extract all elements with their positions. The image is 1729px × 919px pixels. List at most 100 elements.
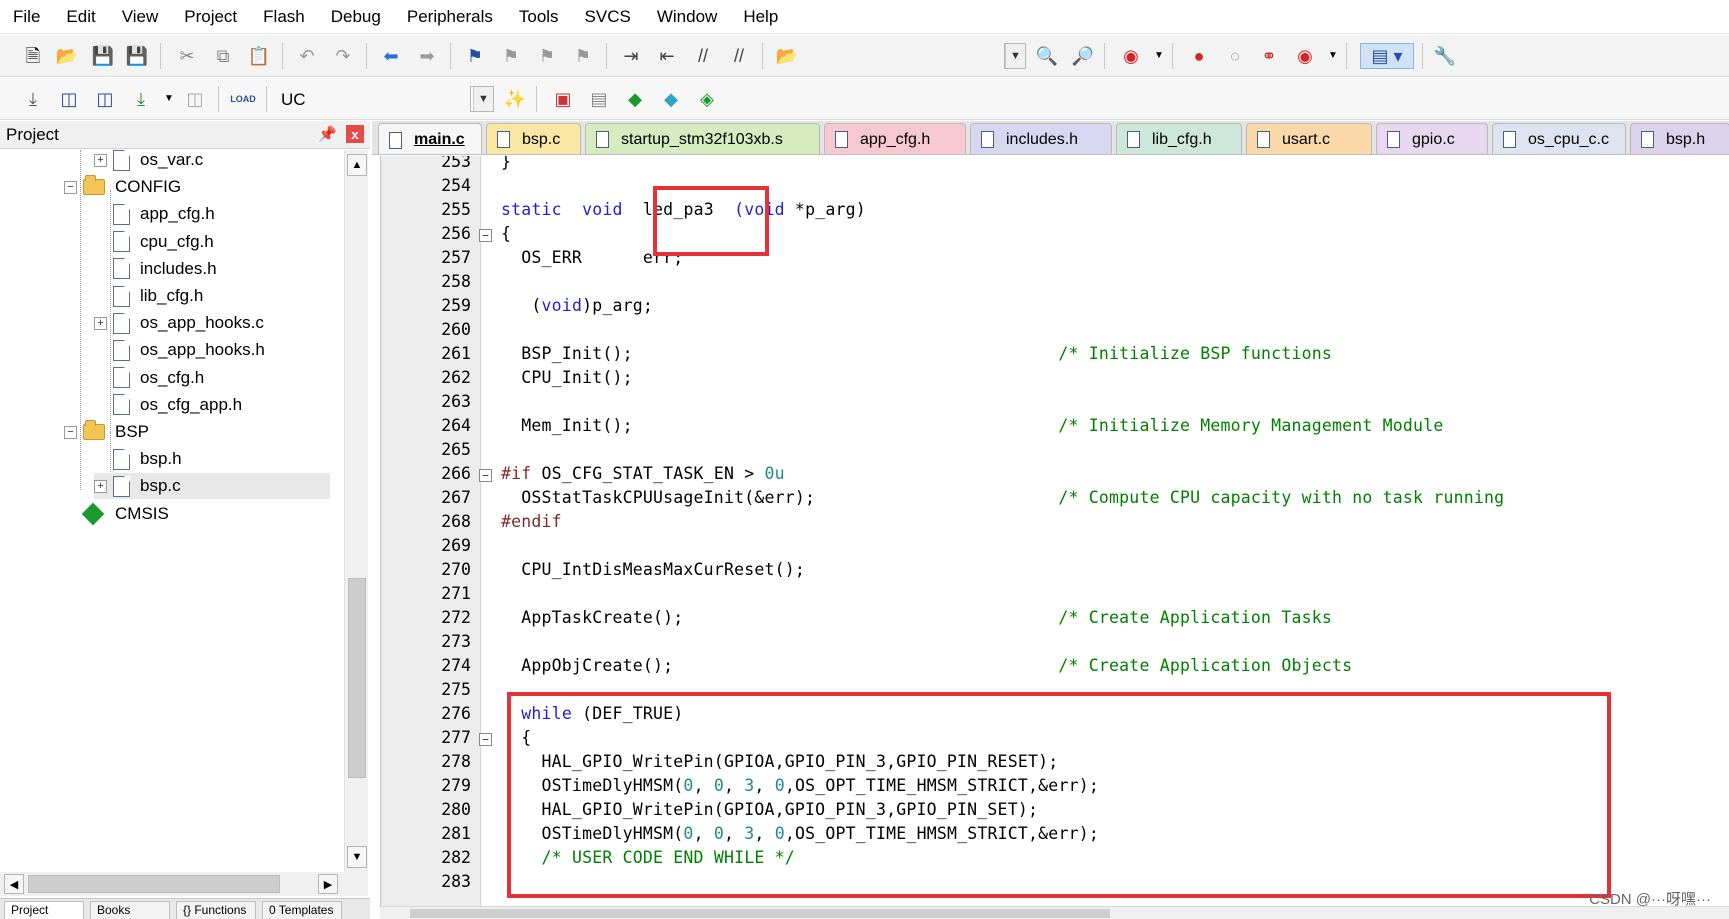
manage-multi-project-icon[interactable]: ▤ xyxy=(586,86,612,112)
menu-flash[interactable]: Flash xyxy=(250,0,318,34)
code-line[interactable]: } xyxy=(501,156,511,171)
tree-item-os-app-hooks-h[interactable]: os_app_hooks.h xyxy=(113,337,265,363)
menu-svcs[interactable]: SVCS xyxy=(572,0,644,34)
editor-tab-includes-h[interactable]: includes.h xyxy=(970,123,1112,154)
bookmark-icon[interactable]: ⚑ xyxy=(462,43,488,69)
breakpoint-dropdown-icon[interactable]: ▼ xyxy=(1320,43,1346,69)
comment-icon[interactable]: // xyxy=(690,43,716,69)
next-bookmark-icon[interactable]: ⚑ xyxy=(534,43,560,69)
menu-edit[interactable]: Edit xyxy=(53,0,108,34)
editor-tab-os-cpu-c-c[interactable]: os_cpu_c.c xyxy=(1492,123,1626,154)
panel-tab-3[interactable]: 0 Templates xyxy=(262,901,342,919)
download-icon[interactable]: LOAD xyxy=(230,86,256,112)
paste-icon[interactable]: 📋 xyxy=(246,43,272,69)
save-icon[interactable]: 💾 xyxy=(90,43,116,69)
code-editor[interactable]: 253} 254 255 static void led_pa3 (void *p_a… xyxy=(380,156,1729,906)
project-vertical-scrollbar[interactable]: ▲ ▼ xyxy=(344,150,368,872)
undo-icon[interactable]: ↶ xyxy=(294,43,320,69)
panel-tab-2[interactable]: {} Functions xyxy=(176,901,256,919)
batch-build-icon[interactable]: ⤓ xyxy=(128,86,154,112)
collapse-icon[interactable]: − xyxy=(64,425,77,439)
code-line[interactable]: AppObjCreate(); /* Create Application Ob… xyxy=(501,656,1352,675)
find-icon[interactable]: 🔍 xyxy=(1034,43,1060,69)
scroll-left-icon[interactable]: ◀ xyxy=(4,874,24,894)
navigate-forward-icon[interactable]: ➡ xyxy=(414,43,440,69)
target-select[interactable]: ▼ xyxy=(470,86,494,112)
translate-icon[interactable]: ⤓ xyxy=(20,86,46,112)
fold-toggle-icon[interactable]: − xyxy=(479,229,492,242)
close-panel-button[interactable]: x xyxy=(346,125,364,143)
scroll-down-icon[interactable]: ▼ xyxy=(347,846,367,868)
editor-tab-lib-cfg-h[interactable]: lib_cfg.h xyxy=(1116,123,1242,154)
menu-view[interactable]: View xyxy=(109,0,172,34)
redo-icon[interactable]: ↷ xyxy=(330,43,356,69)
tree-item-os-cfg-app-h[interactable]: os_cfg_app.h xyxy=(113,392,242,418)
code-line[interactable]: #if OS_CFG_STAT_TASK_EN > 0u xyxy=(501,464,785,483)
menu-file[interactable]: File xyxy=(0,0,53,34)
scroll-thumb[interactable] xyxy=(348,578,366,778)
open-file-icon[interactable]: 📂 xyxy=(54,43,80,69)
expand-icon[interactable]: + xyxy=(94,479,107,493)
pin-icon[interactable]: 📌 xyxy=(318,125,337,143)
project-horizontal-scrollbar[interactable]: ◀ ▶ xyxy=(0,872,368,896)
code-line[interactable]: OSStatTaskCPUUsageInit(&err); /* Compute… xyxy=(501,488,1504,507)
prev-bookmark-icon[interactable]: ⚑ xyxy=(498,43,524,69)
code-line[interactable]: CPU_Init(); xyxy=(501,368,633,387)
tree-item-bsp-c[interactable]: + bsp.c xyxy=(94,473,330,500)
editor-tab-usart-c[interactable]: usart.c xyxy=(1246,123,1372,154)
manage-project-items-icon[interactable]: ▣ xyxy=(550,86,576,112)
scroll-right-icon[interactable]: ▶ xyxy=(318,874,338,894)
stop-build-icon[interactable]: ◫ xyxy=(182,86,208,112)
menu-window[interactable]: Window xyxy=(644,0,730,34)
fold-toggle-icon[interactable]: − xyxy=(479,469,492,482)
select-packs-icon[interactable]: ◆ xyxy=(658,86,684,112)
editor-tab-startup-stm32f103xb-s[interactable]: startup_stm32f103xb.s xyxy=(585,123,820,154)
panel-tab-0[interactable]: Project xyxy=(4,901,84,919)
window-layout-icon[interactable]: ▤ ▾ xyxy=(1360,43,1414,69)
menu-peripherals[interactable]: Peripherals xyxy=(394,0,506,34)
target-options-icon[interactable]: ✨ xyxy=(502,86,528,112)
find-combo[interactable]: ▼ xyxy=(1004,43,1026,69)
menu-debug[interactable]: Debug xyxy=(318,0,394,34)
incremental-find-icon[interactable]: 🔎 xyxy=(1070,43,1096,69)
editor-tab-bsp-h[interactable]: bsp.h xyxy=(1630,123,1729,154)
tree-item-app-cfg-h[interactable]: app_cfg.h xyxy=(113,201,215,227)
tree-item-bsp-h[interactable]: bsp.h xyxy=(113,446,182,472)
rebuild-icon[interactable]: ◫ xyxy=(92,86,118,112)
uncomment-icon[interactable]: // xyxy=(726,43,752,69)
debug-dropdown-icon[interactable]: ▼ xyxy=(1146,43,1172,69)
code-line[interactable]: CPU_IntDisMeasMaxCurReset(); xyxy=(501,560,805,579)
save-all-icon[interactable]: 💾 xyxy=(124,43,150,69)
manage-run-time-env-icon[interactable]: ◆ xyxy=(622,86,648,112)
new-file-icon[interactable]: 🗎 xyxy=(20,43,46,69)
editor-horizontal-scrollbar[interactable] xyxy=(380,906,1729,919)
build-icon[interactable]: ◫ xyxy=(56,86,82,112)
panel-tab-1[interactable]: Books xyxy=(90,901,170,919)
code-line[interactable]: BSP_Init(); /* Initialize BSP functions xyxy=(501,344,1332,363)
find-in-files-icon[interactable]: 📂 xyxy=(774,43,800,69)
tree-item-config[interactable]: − CONFIG xyxy=(64,174,181,200)
code-line[interactable]: #endif xyxy=(501,512,562,531)
tree-item-includes-h[interactable]: includes.h xyxy=(113,256,217,282)
editor-tab-main-c[interactable]: main.c xyxy=(378,123,482,154)
tree-item-os-app-hooks-c[interactable]: + os_app_hooks.c xyxy=(94,310,264,336)
tree-item-bsp[interactable]: − BSP xyxy=(64,419,149,445)
navigate-back-icon[interactable]: ⬅ xyxy=(378,43,404,69)
tree-item-cmsis[interactable]: CMSIS xyxy=(81,501,169,527)
clear-bookmarks-icon[interactable]: ⚑ xyxy=(570,43,596,69)
cut-icon[interactable]: ✂ xyxy=(174,43,200,69)
kill-all-breakpoints-icon[interactable]: ◉ xyxy=(1292,43,1318,69)
disable-breakpoint-icon[interactable]: ○ xyxy=(1222,43,1248,69)
code-line[interactable]: AppTaskCreate(); /* Create Application T… xyxy=(501,608,1332,627)
configure-icon[interactable]: 🔧 xyxy=(1432,43,1458,69)
code-line[interactable]: { xyxy=(501,224,511,243)
menu-tools[interactable]: Tools xyxy=(506,0,572,34)
breakpoint-icon[interactable]: ● xyxy=(1186,43,1212,69)
unindent-icon[interactable]: ⇤ xyxy=(654,43,680,69)
collapse-icon[interactable]: − xyxy=(64,180,77,194)
editor-tab-bsp-c[interactable]: bsp.c xyxy=(486,123,581,154)
expand-icon[interactable]: + xyxy=(94,153,107,167)
disable-all-breakpoints-icon[interactable]: ⚭ xyxy=(1256,43,1282,69)
debug-session-icon[interactable]: ◉ xyxy=(1118,43,1144,69)
tree-item-os-var-c[interactable]: + os_var.c xyxy=(94,150,203,173)
